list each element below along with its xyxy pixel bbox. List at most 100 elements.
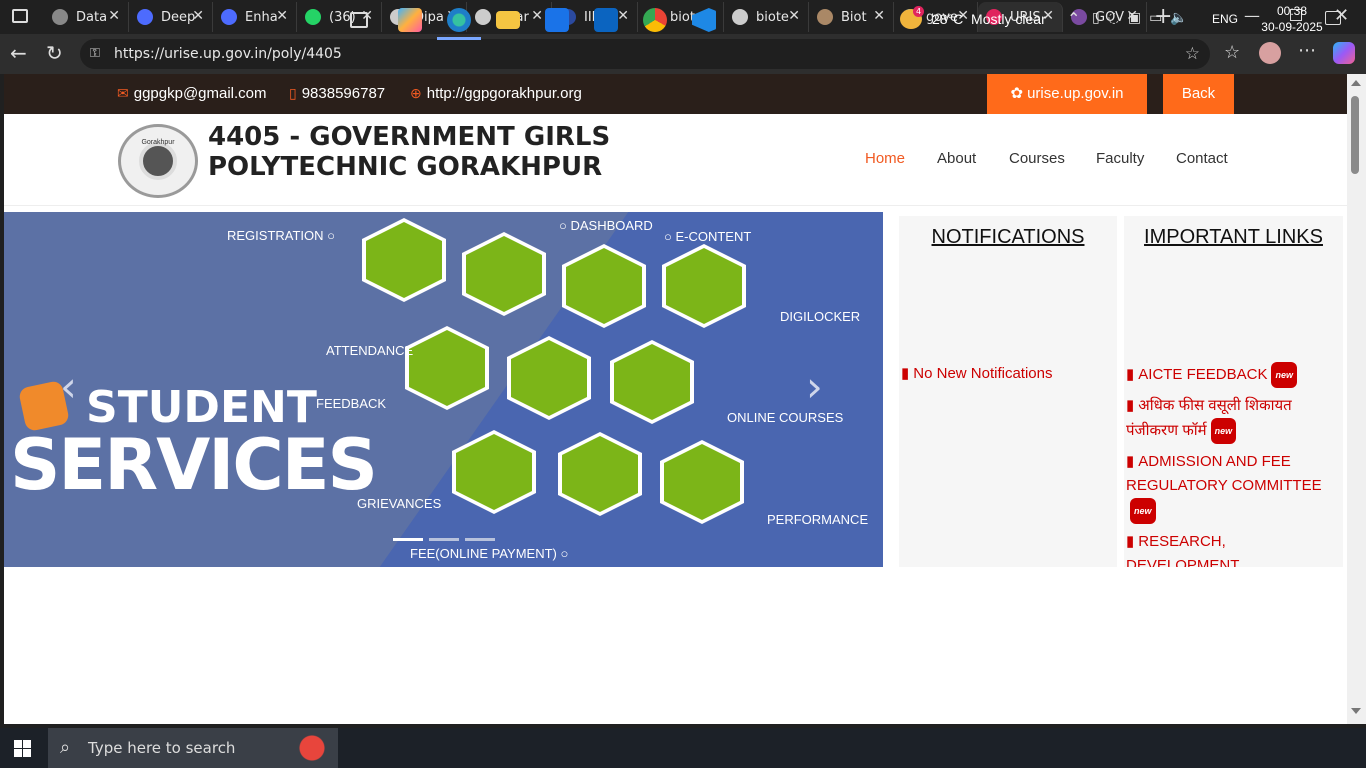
profile-avatar[interactable] [1259,42,1281,64]
copilot-taskbar-icon[interactable] [398,8,422,32]
website-text: http://ggpgorakhpur.org [426,85,582,102]
hex-fill [566,248,642,324]
active-app-underline [437,37,481,40]
whatsapp-icon [305,9,321,25]
no-notifications-item: ▮ No New Notifications [901,362,1111,386]
cloud-lock-icon [662,244,746,328]
copilot-icon[interactable] [1333,42,1355,64]
refresh-icon[interactable]: ↻ [46,41,63,65]
chevron-up-icon[interactable]: ⌃ [1067,9,1080,28]
globe-icon: ⊕ [410,85,422,101]
phone-link[interactable]: ▯ 9838596787 [289,85,385,102]
urise-button-label: urise.up.gov.in [1027,85,1124,102]
label-grievances-text: GRIEVANCES [357,496,442,511]
store-icon[interactable] [545,8,569,32]
tab-title: biote [756,9,789,25]
close-tab-icon[interactable]: ✕ [531,8,543,24]
important-links-panel: IMPORTANT LINKS ▮ AICTE FEEDBACK new ▮ अधिक… [1124,216,1343,567]
label-dashboard-text: DASHBOARD [570,218,653,233]
link-aicte-feedback[interactable]: ▮ AICTE FEEDBACK new [1126,362,1336,388]
student-services-carousel[interactable]: STUDENT SERVICES REGISTRATION ○ ○ DASHBO… [4,212,883,567]
browser-tab[interactable]: biote✕ [724,2,809,32]
clock-date[interactable]: 30-09-2025 [1252,20,1332,34]
globe-icon [475,9,491,25]
language-indicator[interactable]: ENG [1212,12,1238,26]
hex-fill [456,434,532,510]
link-admission-fee-committee[interactable]: ▮ ADMISSION AND FEE REGULATORY COMMITTEE n… [1126,450,1336,524]
mobile-icon: ▯ [289,85,297,101]
nav-courses[interactable]: Courses [1009,150,1065,167]
site-info-icon[interactable]: ⚿ [90,39,100,69]
browser-tab[interactable]: Biot ✕ [809,2,894,32]
nav-about[interactable]: About [937,150,976,167]
carousel-next-button[interactable]: › [806,362,823,411]
important-links-heading: IMPORTANT LINKS [1144,226,1323,248]
browser-tab[interactable]: Deep ✕ [129,2,213,32]
edge-icon[interactable] [447,8,471,32]
close-tab-icon[interactable]: ✕ [108,8,120,24]
url-text: https://urise.up.gov.in/poly/4405 [114,46,342,62]
logo-emblem-icon [139,142,177,180]
outlook-icon[interactable] [594,8,618,32]
bookmark-icon: ▮ [1126,365,1135,383]
chrome-icon[interactable] [643,8,667,32]
link-fee-complaint[interactable]: ▮ अधिक फीस वसूली शिकायत पंजीकरण फॉर्म new [1126,394,1336,444]
deepseek-icon [137,9,153,25]
label-grievances: GRIEVANCES [357,496,441,511]
carousel-prev-button[interactable]: ‹ [60,362,77,411]
task-view-icon[interactable] [350,12,368,28]
website-link[interactable]: ⊕ http://ggpgorakhpur.org [410,85,582,102]
nav-faculty[interactable]: Faculty [1096,150,1144,167]
nav-home[interactable]: Home [865,150,905,167]
urise-logo-icon: ✿ [1010,85,1024,102]
search-icon: ⌕ [60,737,71,758]
carousel-indicator-3[interactable] [465,538,495,541]
favorite-star-icon[interactable]: ☆ [1185,39,1200,69]
close-tab-icon[interactable]: ✕ [192,8,204,24]
page-scrollbar[interactable] [1347,74,1366,724]
scroll-up-icon[interactable] [1351,80,1361,86]
browser-tab[interactable]: Data ✕ [44,2,129,32]
scroll-down-icon[interactable] [1351,708,1361,714]
close-tab-icon[interactable]: ✕ [617,8,629,24]
notification-center-icon[interactable] [1325,11,1341,25]
college-logo[interactable]: Gorakhpur [118,124,198,198]
carousel-indicator-1[interactable] [393,538,423,541]
back-button[interactable]: Back [1163,74,1234,114]
new-badge: new [1271,362,1297,388]
browser-tab[interactable]: Enha ✕ [213,2,297,32]
email-link[interactable]: ✉ ggpgkp@gmail.com [117,85,267,102]
close-tab-icon[interactable]: ✕ [788,8,800,24]
more-menu-icon[interactable]: ⋯ [1298,40,1316,61]
link-research-development-text: RESEARCH, DEVELOPMENT [1126,533,1240,567]
back-icon[interactable]: ← [10,41,27,65]
link-research-development[interactable]: ▮ RESEARCH, DEVELOPMENT [1126,530,1336,567]
urise-button[interactable]: ✿ urise.up.gov.in [987,74,1147,114]
windows-start-icon[interactable] [14,740,31,757]
clock-time[interactable]: 00:38 [1262,4,1322,18]
scroll-thumb[interactable] [1351,96,1359,174]
weather-text[interactable]: 28°C Mostly clear [932,11,1046,27]
label-registration: REGISTRATION ○ [227,228,336,243]
url-input[interactable]: ⚿ https://urise.up.gov.in/poly/4405 ☆ [80,39,1210,69]
bookmark-icon: ▮ [1126,453,1135,470]
label-feedback-text: FEEDBACK [316,396,387,411]
close-tab-icon[interactable]: ✕ [873,8,885,24]
system-tray-icons[interactable]: ▯◌▣▭🔈 [1092,10,1196,26]
address-bar-row: ← ↻ ⚿ https://urise.up.gov.in/poly/4405 … [0,34,1366,74]
nav-contact[interactable]: Contact [1176,150,1228,167]
stars-person-icon [660,440,744,524]
link-admission-fee-committee-text: ADMISSION AND FEE REGULATORY COMMITTEE [1126,453,1322,494]
label-attendance-text: ATTENDANCE [326,343,414,358]
file-explorer-icon[interactable] [496,11,520,29]
headline-services: SERVICES [10,424,378,506]
close-tab-icon[interactable]: ✕ [276,8,288,24]
taskbar-search-input[interactable]: ⌕ Type here to search [48,728,338,768]
tab-actions-icon[interactable] [12,9,28,23]
no-notifications-text: No New Notifications [913,365,1053,382]
browser-tab[interactable]: (36) ✕ [297,2,382,32]
carousel-indicator-2[interactable] [429,538,459,541]
favorites-icon[interactable]: ☆ [1224,42,1240,63]
hex-fill [614,344,690,420]
label-econtent: ○ E-CONTENT [664,229,752,244]
